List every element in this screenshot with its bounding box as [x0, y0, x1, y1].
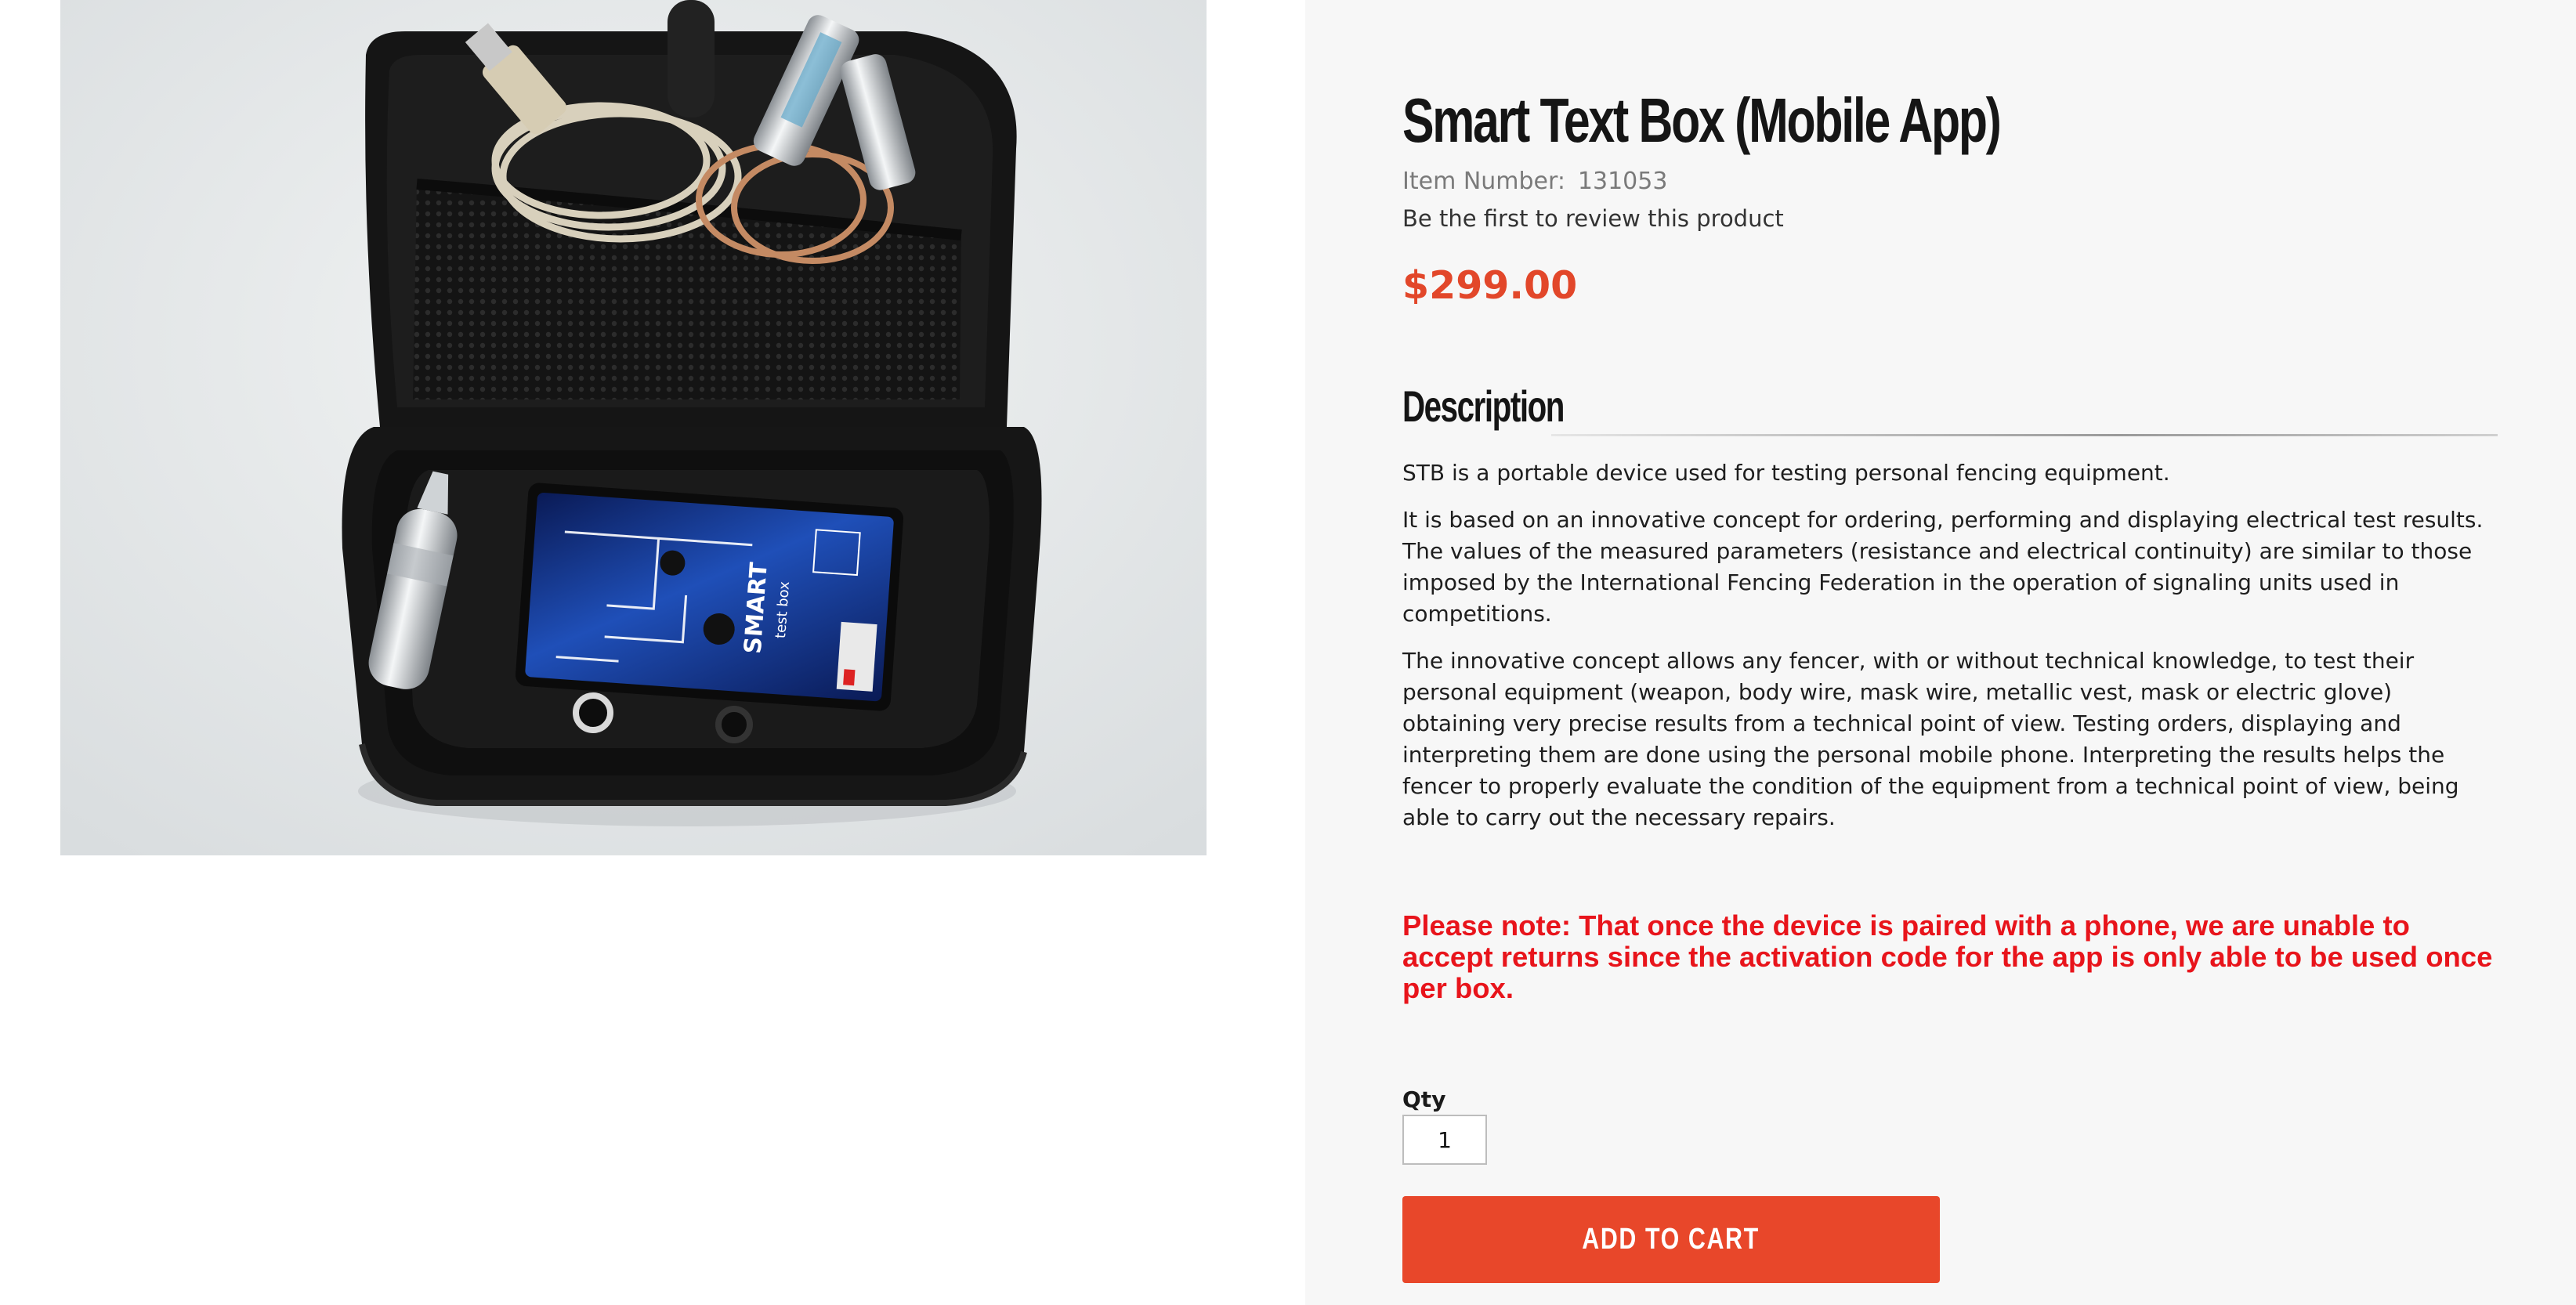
- product-info-panel: Smart Text Box (Mobile App) Item Number:…: [1305, 0, 2576, 1305]
- first-review-link[interactable]: Be the first to review this product: [1402, 202, 1784, 235]
- product-title: Smart Text Box (Mobile App): [1402, 85, 2002, 155]
- qty-label: Qty: [1402, 1086, 1446, 1112]
- description-paragraph: It is based on an innovative concept for…: [1402, 507, 2484, 627]
- description-paragraph: STB is a portable device used for testin…: [1402, 460, 2170, 486]
- description-header: Description: [1402, 379, 2498, 436]
- product-price: $299.00: [1402, 263, 1578, 308]
- add-to-cart-label: ADD TO CART: [1582, 1223, 1760, 1256]
- return-policy-notice: Please note: That once the device is pai…: [1402, 909, 2493, 1004]
- description-divider: [1551, 434, 2498, 436]
- item-number-label: Item Number:: [1402, 168, 1565, 195]
- description-paragraph: The innovative concept allows any fencer…: [1402, 648, 2459, 830]
- description-heading: Description: [1402, 381, 1565, 431]
- item-number-value: 131053: [1577, 168, 1668, 195]
- product-image[interactable]: SMART test box: [60, 0, 1207, 855]
- add-to-cart-button[interactable]: ADD TO CART: [1402, 1196, 1940, 1283]
- description-body: STB is a portable device used for testin…: [1402, 457, 2498, 849]
- item-number: Item Number: 131053: [1402, 164, 1667, 199]
- qty-input[interactable]: [1402, 1115, 1487, 1165]
